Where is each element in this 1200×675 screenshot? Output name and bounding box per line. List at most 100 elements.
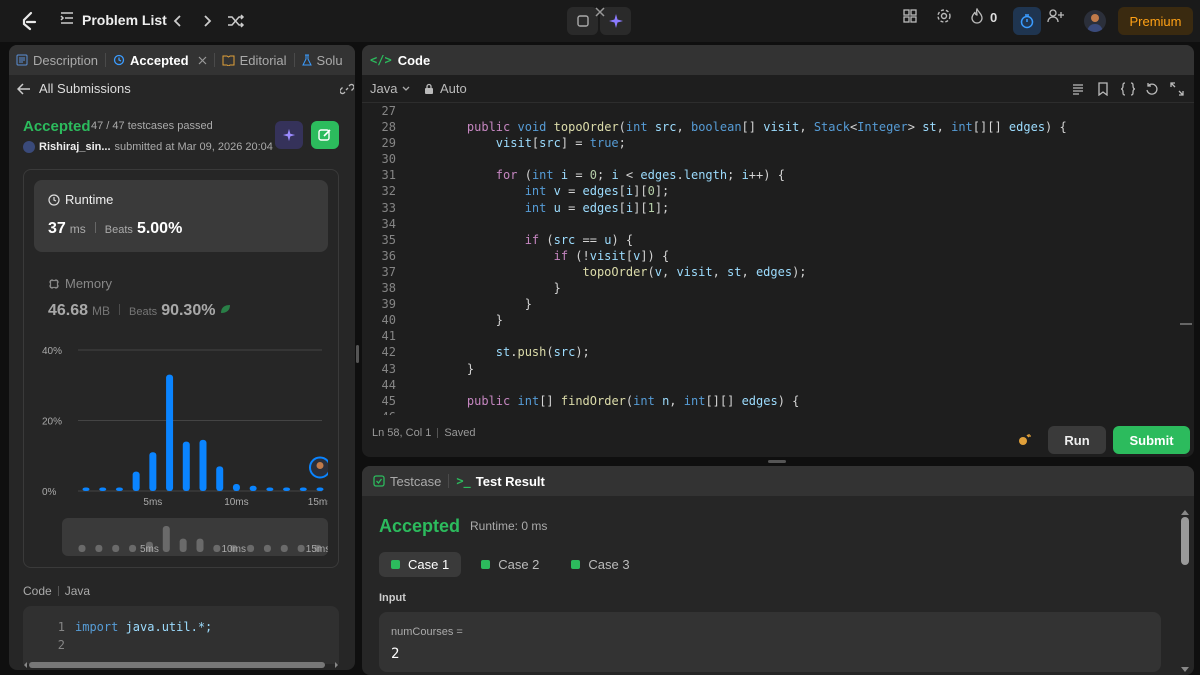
case-label: Case 3 bbox=[588, 557, 630, 572]
run-button[interactable]: Run bbox=[1048, 426, 1106, 454]
save-status: Saved bbox=[444, 427, 476, 439]
code-text-area[interactable]: 27 28 public void topoOrder(int src, bool… bbox=[362, 103, 1182, 415]
line-number: 27 bbox=[381, 104, 396, 118]
edit-solution-button[interactable] bbox=[311, 121, 339, 149]
chart-bar[interactable] bbox=[199, 439, 207, 491]
distribution-minimap[interactable]: 5ms 10ms 15ms bbox=[62, 518, 328, 556]
check-icon bbox=[391, 560, 400, 569]
language-label: Java bbox=[370, 81, 398, 96]
input-label: Input bbox=[379, 592, 406, 604]
line-number: 42 bbox=[381, 345, 396, 360]
all-submissions-label: All Submissions bbox=[39, 81, 131, 96]
x-tick-label: 5ms bbox=[143, 497, 162, 508]
case-tab-3[interactable]: Case 3 bbox=[559, 552, 641, 577]
chart-bar[interactable] bbox=[115, 487, 123, 491]
result-runtime: Runtime: 0 ms bbox=[470, 519, 548, 533]
shuffle-icon[interactable] bbox=[226, 11, 246, 31]
line-number: 40 bbox=[381, 313, 396, 328]
braces-icon[interactable] bbox=[1120, 82, 1136, 99]
code-content: if (src == u) { bbox=[524, 232, 634, 247]
username[interactable]: Rishiraj_sin... bbox=[39, 141, 111, 153]
add-user-icon[interactable] bbox=[1047, 8, 1065, 24]
bookmark-icon[interactable] bbox=[1097, 82, 1109, 99]
line-number: 33 bbox=[381, 200, 396, 215]
runtime-number: 37 bbox=[48, 220, 66, 237]
minimap-bar bbox=[78, 544, 86, 552]
editor-status: Ln 58, Col 1 Saved bbox=[372, 427, 476, 439]
debug-icon[interactable] bbox=[1017, 432, 1033, 451]
chart-bar[interactable] bbox=[249, 485, 257, 491]
case-tab-2[interactable]: Case 2 bbox=[469, 552, 551, 577]
settings-gear-icon[interactable] bbox=[936, 8, 952, 24]
tab-solutions[interactable]: Solu bbox=[295, 45, 350, 75]
auto-label: Auto bbox=[440, 81, 467, 96]
leetcode-logo[interactable] bbox=[18, 10, 40, 32]
problem-list-label: Problem List bbox=[82, 11, 167, 28]
line-number: 36 bbox=[381, 248, 396, 263]
premium-button[interactable]: Premium bbox=[1118, 7, 1193, 35]
chart-bar[interactable] bbox=[82, 487, 90, 491]
memory-label[interactable]: Memory bbox=[48, 276, 112, 291]
chart-bar[interactable] bbox=[266, 487, 274, 491]
all-submissions-link[interactable]: All Submissions bbox=[17, 81, 131, 96]
resize-handle-vertical[interactable] bbox=[356, 345, 359, 363]
tab-description[interactable]: Description bbox=[9, 45, 105, 75]
chart-bar[interactable] bbox=[299, 487, 307, 491]
case-tab-1[interactable]: Case 1 bbox=[379, 552, 462, 577]
case-label: Case 2 bbox=[498, 557, 540, 572]
prev-problem-icon[interactable] bbox=[168, 11, 188, 31]
timer-icon[interactable] bbox=[1013, 7, 1041, 35]
code-content: } bbox=[438, 313, 504, 328]
horizontal-scrollbar[interactable] bbox=[23, 657, 339, 668]
tab-accepted[interactable]: Accepted bbox=[106, 45, 214, 75]
runtime-beats-label: Beats bbox=[104, 224, 133, 236]
layout-icon[interactable] bbox=[902, 8, 918, 24]
expand-icon[interactable] bbox=[1170, 82, 1184, 99]
problem-list-button[interactable]: Problem List bbox=[60, 11, 167, 28]
input-value[interactable]: 2 bbox=[391, 646, 399, 662]
memory-chip-icon bbox=[49, 278, 59, 289]
resize-handle-horizontal[interactable] bbox=[768, 460, 786, 463]
chart-bar[interactable] bbox=[316, 487, 324, 491]
language-select[interactable]: Java bbox=[370, 81, 410, 96]
reset-icon[interactable] bbox=[1145, 82, 1159, 99]
submit-button[interactable]: Submit bbox=[1113, 426, 1190, 454]
next-problem-icon[interactable] bbox=[197, 11, 217, 31]
tab-test-result[interactable]: >_ Test Result bbox=[449, 466, 552, 496]
runtime-card[interactable]: Runtime 37 ms Beats 5.00% bbox=[34, 180, 328, 252]
code-line: 39 } bbox=[362, 296, 1182, 312]
chart-bar[interactable] bbox=[99, 487, 107, 491]
submitted-text: submitted at Mar 09, 2026 20:04 bbox=[114, 141, 273, 153]
code-content: public int[] findOrder(int n, int[][] ed… bbox=[466, 393, 800, 408]
description-icon bbox=[16, 54, 28, 66]
tab-test-result-label: Test Result bbox=[475, 473, 545, 489]
avatar[interactable] bbox=[1084, 10, 1106, 32]
code-preview[interactable]: 1 import java.util.*; 2 bbox=[23, 606, 339, 664]
link-icon[interactable] bbox=[339, 82, 355, 99]
close-icon[interactable] bbox=[594, 6, 606, 21]
chart-bar[interactable] bbox=[149, 452, 157, 491]
divider bbox=[94, 222, 96, 233]
format-icon[interactable] bbox=[1071, 82, 1085, 99]
streak[interactable]: 0 bbox=[970, 7, 997, 27]
code-line: 35 if (src == u) { bbox=[362, 232, 1182, 248]
runtime-distribution-chart[interactable]: 40% 20% 0% 5ms 10ms 15ms bbox=[38, 340, 328, 510]
ai-analyze-button[interactable] bbox=[275, 121, 303, 149]
chart-bar[interactable] bbox=[283, 487, 291, 491]
chart-bar[interactable] bbox=[216, 466, 224, 491]
minimap-bar bbox=[179, 538, 187, 552]
chart-bar[interactable] bbox=[182, 441, 190, 491]
chart-bar[interactable] bbox=[232, 483, 240, 491]
chart-bar[interactable] bbox=[166, 374, 174, 491]
checkbox-icon bbox=[373, 475, 385, 487]
vertical-scrollbar[interactable] bbox=[1180, 510, 1190, 672]
line-number: 41 bbox=[381, 329, 396, 344]
code-line: 45 public int[] findOrder(int n, int[][]… bbox=[362, 393, 1182, 409]
code-content: } bbox=[438, 297, 532, 312]
chart-bar[interactable] bbox=[132, 471, 140, 491]
auto-mode[interactable]: Auto bbox=[424, 81, 467, 96]
tab-editorial[interactable]: Editorial bbox=[215, 45, 294, 75]
tab-editorial-label: Editorial bbox=[239, 52, 287, 68]
tab-testcase[interactable]: Testcase bbox=[366, 466, 448, 496]
editor-scroll-indicator[interactable] bbox=[1180, 323, 1192, 325]
